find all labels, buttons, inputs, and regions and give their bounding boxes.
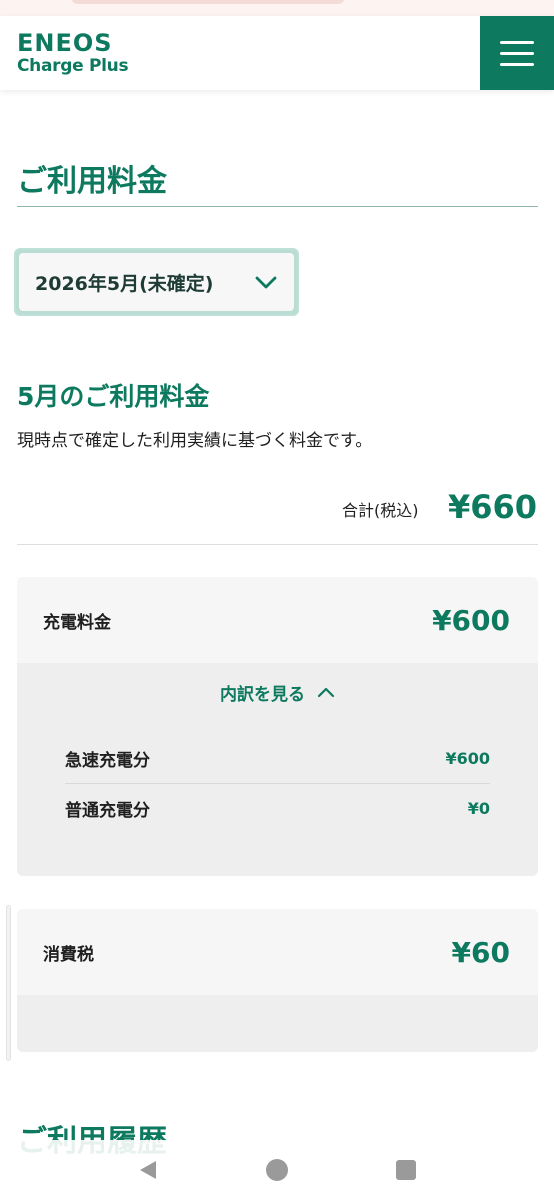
hamburger-menu-icon xyxy=(500,40,534,44)
usage-description: 現時点で確定した利用実績に基づく料金です。 xyxy=(17,431,373,451)
title-divider xyxy=(17,206,538,207)
hamburger-menu-button[interactable] xyxy=(480,16,554,90)
breakdown-toggle[interactable]: 内訳を見る xyxy=(17,663,538,721)
app-header: ENEOS Charge Plus xyxy=(0,16,554,90)
home-circle-icon[interactable] xyxy=(265,1158,289,1182)
page-title: ご利用料金 xyxy=(17,164,167,199)
tax-card: 消費税 ¥60 xyxy=(17,909,538,1052)
total-divider xyxy=(17,544,538,545)
breakdown-list: 急速充電分 ¥600 普通充電分 ¥0 xyxy=(17,721,538,833)
recents-square-icon[interactable] xyxy=(394,1158,418,1182)
breakdown-toggle-label: 内訳を見る xyxy=(220,684,305,705)
logo-line1: ENEOS xyxy=(17,29,113,57)
tax-header: 消費税 ¥60 xyxy=(17,909,538,995)
status-pill xyxy=(72,0,344,4)
system-nav-bar xyxy=(0,1140,554,1200)
charge-fee-amount: ¥600 xyxy=(432,603,510,637)
total-value: ¥660 xyxy=(447,488,537,526)
breakdown-row-fast: 急速充電分 ¥600 xyxy=(65,733,490,783)
status-strip xyxy=(0,0,554,16)
breakdown-row-normal: 普通充電分 ¥0 xyxy=(65,783,490,833)
tax-amount: ¥60 xyxy=(451,935,510,969)
scroll-handle[interactable] xyxy=(6,905,11,1061)
back-triangle-icon[interactable] xyxy=(136,1158,160,1182)
charge-fee-label: 充電料金 xyxy=(43,612,111,633)
logo-line2: Charge Plus xyxy=(17,56,129,76)
month-select[interactable]: 2026年5月(未確定) xyxy=(14,248,299,316)
breakdown-amount: ¥600 xyxy=(445,748,490,768)
total-label: 合計(税込) xyxy=(342,501,419,520)
breakdown-label: 急速充電分 xyxy=(65,750,150,771)
chevron-up-icon xyxy=(317,687,335,698)
month-usage-title: 5月のご利用料金 xyxy=(17,382,210,411)
tax-label: 消費税 xyxy=(43,944,94,965)
month-select-value: 2026年5月(未確定) xyxy=(35,272,214,295)
chevron-down-icon xyxy=(255,276,277,289)
eneos-logo[interactable]: ENEOS Charge Plus xyxy=(17,29,129,76)
charge-fee-card: 充電料金 ¥600 内訳を見る 急速充電分 ¥600 普通充電分 ¥0 xyxy=(17,577,538,876)
breakdown-amount: ¥0 xyxy=(467,799,490,818)
charge-fee-header: 充電料金 ¥600 xyxy=(17,577,538,663)
breakdown-label: 普通充電分 xyxy=(65,801,150,821)
